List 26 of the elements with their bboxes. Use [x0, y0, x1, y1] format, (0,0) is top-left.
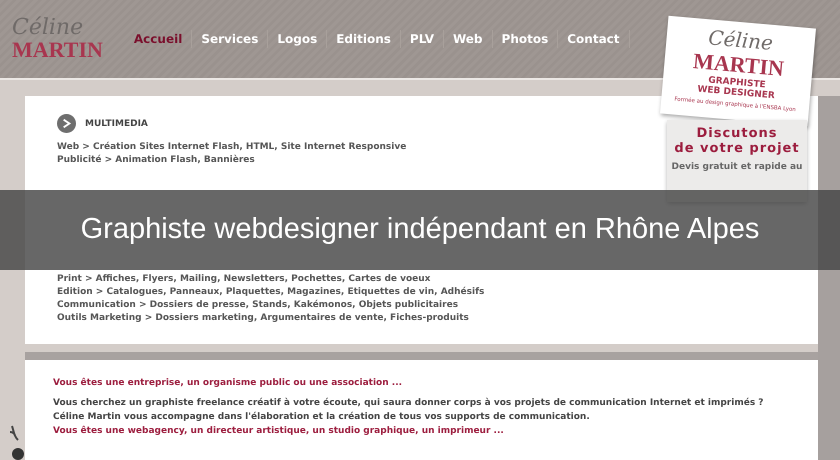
section-heading: MULTIMEDIA: [85, 118, 148, 128]
nav-link[interactable]: Contact: [558, 30, 630, 48]
intro-paragraph: Vous cherchez un graphiste freelance créatif à votre écoute, qui saura donner corps à vos projets de communication Internet et imprimés ?: [53, 398, 764, 408]
arrow-circle-icon: [57, 114, 76, 133]
nav-link[interactable]: Services: [192, 30, 268, 48]
service-line: Publicité > Animation Flash, Bannières: [57, 155, 255, 165]
quote-title: de votre projet: [674, 141, 800, 156]
nav-link[interactable]: Photos: [492, 30, 558, 48]
quote-title: Discutons: [696, 126, 778, 141]
service-line: Edition > Catalogues, Panneaux, Plaquettes, Magazines, Etiquettes de vin, Adhésifs: [57, 287, 484, 297]
nav-link[interactable]: Logos: [268, 30, 328, 48]
quote-text: Devis gratuit et rapide au: [672, 162, 802, 172]
nav-link[interactable]: Editions: [327, 30, 401, 48]
service-line: Communication > Dossiers de presse, Stands, Kakémonos, Objets publicitaires: [57, 300, 458, 310]
service-line: Web > Création Sites Internet Flash, HTML, Site Internet Responsive: [57, 142, 406, 152]
service-line: Outils Marketing > Dossiers marketing, Argumentaires de vente, Fiches-produits: [57, 313, 469, 323]
intro-heading: Vous êtes une webagency, un directeur artistique, un studio graphique, un imprimeur ...: [53, 426, 504, 436]
card-script: Céline: [707, 25, 774, 55]
caption-text: Graphiste webdesigner indépendant en Rhône Alpes: [80, 214, 760, 246]
service-line: Print > Affiches, Flyers, Mailing, Newsletters, Pochettes, Cartes de voeux: [57, 274, 430, 284]
logo-name: MARTIN: [12, 39, 103, 61]
nav-link[interactable]: Web: [444, 30, 493, 48]
nav-link[interactable]: PLV: [400, 30, 444, 48]
nav-link[interactable]: Accueil: [124, 30, 192, 48]
intro-heading: Vous êtes une entreprise, un organisme public ou une association ...: [53, 378, 402, 388]
intro-paragraph: Céline Martin vous accompagne dans l'élaboration et la création de tous vos supports de communication.: [53, 412, 590, 422]
